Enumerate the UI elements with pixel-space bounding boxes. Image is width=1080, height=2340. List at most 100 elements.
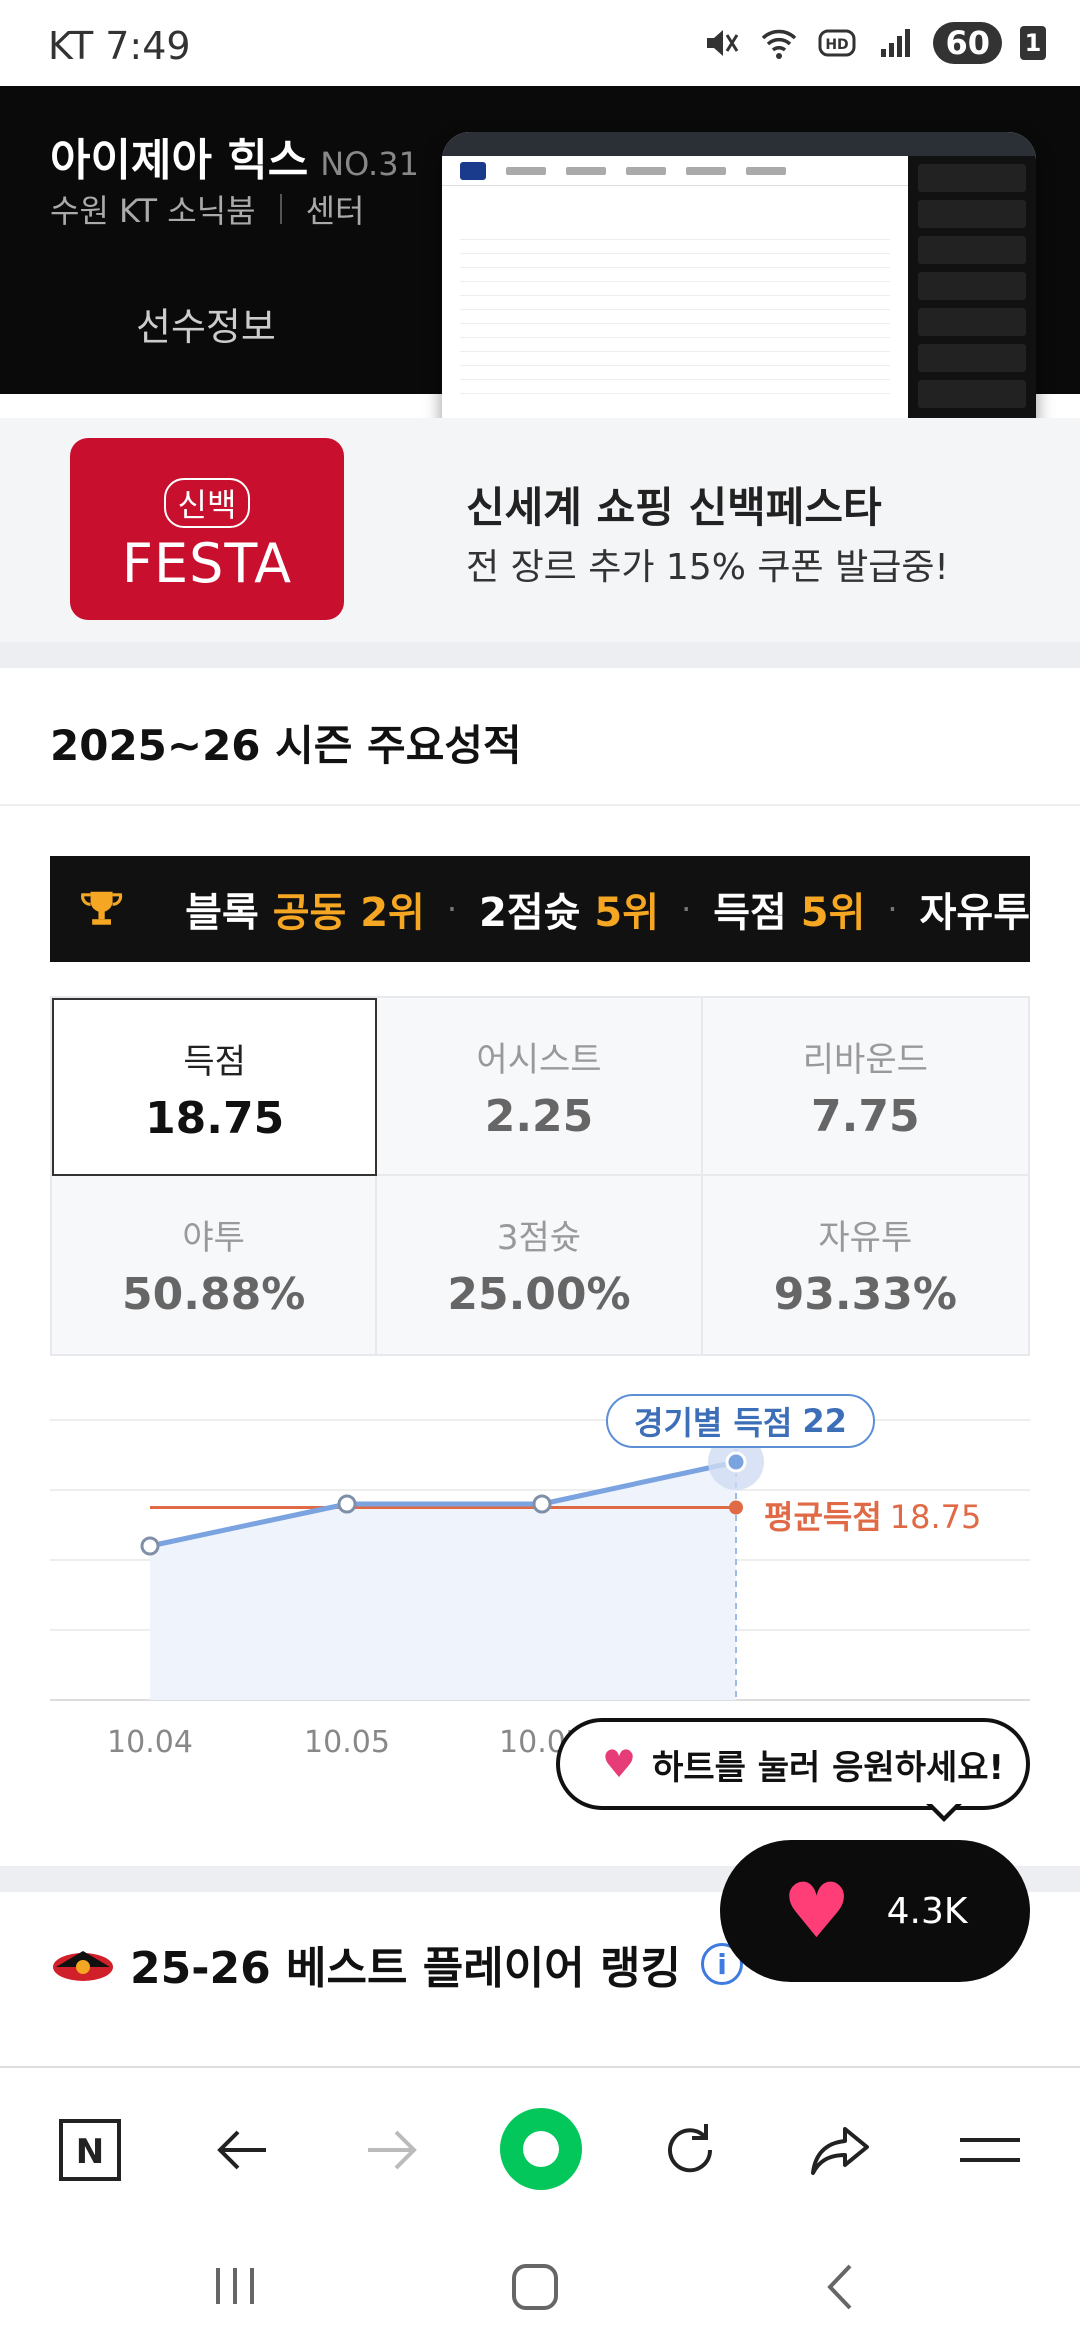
ad-title: 신세계 쇼핑 신백페스타 <box>466 483 882 532</box>
ad-logo: 신백 FESTA <box>70 438 344 620</box>
rank-item: 자유투 <box>920 880 1030 938</box>
svg-text:HD: HD <box>826 37 849 53</box>
rank-label: 블록 <box>185 890 259 936</box>
menu-button[interactable] <box>952 2112 1028 2188</box>
pip-row <box>460 282 890 296</box>
stat-value: 7.75 <box>811 1091 920 1142</box>
pip-chat-row <box>918 164 1026 192</box>
data-point <box>725 1451 747 1473</box>
points-chart[interactable]: 10.04 10.05 10.07 경기별 득점 22 평균득점 18.75 <box>0 1380 1080 1760</box>
hd-icon: HD <box>818 29 856 57</box>
status-time: KT 7:49 <box>48 24 191 68</box>
cheer-bubble-text: 하트를 눌러 응원하세요! <box>652 1747 1005 1788</box>
player-team[interactable]: 수원 KT 소닉붐 <box>50 186 256 232</box>
average-value: 18.75 <box>889 1498 982 1536</box>
stat-label: 야투 <box>182 1218 245 1258</box>
separator: · <box>681 890 692 928</box>
pip-chat-row <box>918 308 1026 336</box>
pip-row <box>460 226 890 240</box>
rank-value: 공동 2위 <box>272 890 425 936</box>
player-team-row: 수원 KT 소닉붐 센터 <box>50 186 364 232</box>
refresh-icon <box>668 2124 713 2173</box>
green-dot-button[interactable] <box>500 2108 582 2190</box>
cheer-bubble: ♥ 하트를 눌러 응원하세요! <box>556 1718 1030 1810</box>
pip-nav-item <box>566 166 606 175</box>
data-point <box>140 1536 160 1556</box>
season-title: 2025~26 시즌 주요성적 <box>50 721 522 770</box>
pip-row <box>460 352 890 366</box>
rank-item: 득점 5위 <box>713 880 865 938</box>
series-area <box>150 1462 736 1700</box>
stat-tab-rebounds[interactable]: 리바운드 7.75 <box>702 998 1028 1176</box>
cheer-heart-button[interactable]: ♥ 4.3K <box>720 1840 1030 1982</box>
system-back-icon[interactable] <box>820 2262 860 2312</box>
pip-window[interactable] <box>442 132 1036 462</box>
rank-item: 2점슛 5위 <box>479 880 659 938</box>
status-icons: HD 60 1 <box>701 22 1046 64</box>
pip-row <box>460 338 890 352</box>
rank-label: 득점 <box>713 890 787 936</box>
status-bar: KT 7:49 HD 60 1 <box>0 0 1080 86</box>
wifi-icon <box>762 29 797 59</box>
naver-n-icon: N <box>59 2119 121 2181</box>
pip-row <box>460 240 890 254</box>
ranking-header: 25-26 베스트 플레이어 랭킹 i <box>50 1932 743 1996</box>
stats-grid: 득점 18.75 어시스트 2.25 리바운드 7.75 야투 50.88% 3… <box>50 996 1030 1356</box>
stat-tab-points[interactable]: 득점 18.75 <box>52 998 378 1176</box>
recent-apps-icon[interactable] <box>210 2264 260 2308</box>
signal-icon <box>881 29 911 57</box>
average-point <box>729 1500 743 1515</box>
pip-row <box>460 324 890 338</box>
team-logo-icon <box>53 1951 113 1981</box>
separator: · <box>446 890 458 928</box>
pip-nav-item <box>626 166 666 175</box>
arrow-right-icon <box>368 2130 417 2170</box>
tooltip-label: 경기별 득점 <box>634 1404 793 1442</box>
pip-nav-item <box>686 166 726 175</box>
stat-tab-3pt[interactable]: 3점슛 25.00% <box>377 1176 703 1354</box>
stat-label: 어시스트 <box>476 1040 602 1080</box>
arrow-left-icon <box>217 2130 266 2170</box>
ranking-title: 25-26 베스트 플레이어 랭킹 <box>130 1943 681 1994</box>
stat-label: 3점슛 <box>496 1218 582 1258</box>
rank-ticker[interactable]: 블록 공동 2위 · 2점슛 5위 · 득점 5위 · 자유투 <box>50 856 1030 962</box>
stat-tab-ft[interactable]: 자유투 93.33% <box>703 1176 1028 1354</box>
pip-chat-row <box>918 380 1026 408</box>
back-button[interactable] <box>204 2112 280 2188</box>
share-button[interactable] <box>802 2112 878 2188</box>
ad-subtitle: 전 장르 추가 15% 쿠폰 발급중! <box>466 547 949 588</box>
hamburger-icon <box>960 2138 1020 2162</box>
naver-home-button[interactable]: N <box>52 2112 128 2188</box>
separator: · <box>887 890 898 928</box>
refresh-button[interactable] <box>652 2112 728 2188</box>
heart-count: 4.3K <box>886 1890 968 1932</box>
share-icon <box>811 2127 869 2175</box>
stat-value: 50.88% <box>122 1269 306 1320</box>
pip-table <box>442 186 908 456</box>
ad-logo-top: 신백 <box>163 478 251 528</box>
ad-logo-main: FESTA <box>121 532 293 595</box>
stat-tab-assists[interactable]: 어시스트 2.25 <box>377 998 703 1176</box>
system-navigation-bar <box>0 2230 1080 2340</box>
browser-toolbar: N <box>0 2066 1080 2230</box>
stat-tab-fg[interactable]: 야투 50.88% <box>52 1176 378 1354</box>
pip-nav-item <box>746 166 786 175</box>
pip-titlebar <box>442 132 1036 156</box>
pip-chat-row <box>918 236 1026 264</box>
stat-label: 득점 <box>183 1042 246 1082</box>
divider <box>279 194 282 224</box>
pip-row <box>460 310 890 324</box>
pip-chat-panel <box>908 156 1036 462</box>
chart-svg: 10.04 10.05 10.07 <box>50 1419 1030 1760</box>
divider <box>0 804 1080 806</box>
mute-icon <box>707 30 739 56</box>
rank-label: 자유투 <box>919 890 1030 936</box>
green-dot-icon <box>523 2131 559 2167</box>
battery-indicator: 60 <box>933 22 1002 64</box>
average-label: 평균득점 18.75 <box>764 1492 981 1538</box>
ad-banner[interactable]: 신백 FESTA 신세계 쇼핑 신백페스타 전 장르 추가 15% 쿠폰 발급중… <box>0 418 1080 642</box>
forward-button[interactable] <box>354 2112 430 2188</box>
home-icon[interactable] <box>510 2262 560 2312</box>
tab-player-info[interactable]: 선수정보 <box>136 296 276 351</box>
pip-row <box>460 380 890 394</box>
